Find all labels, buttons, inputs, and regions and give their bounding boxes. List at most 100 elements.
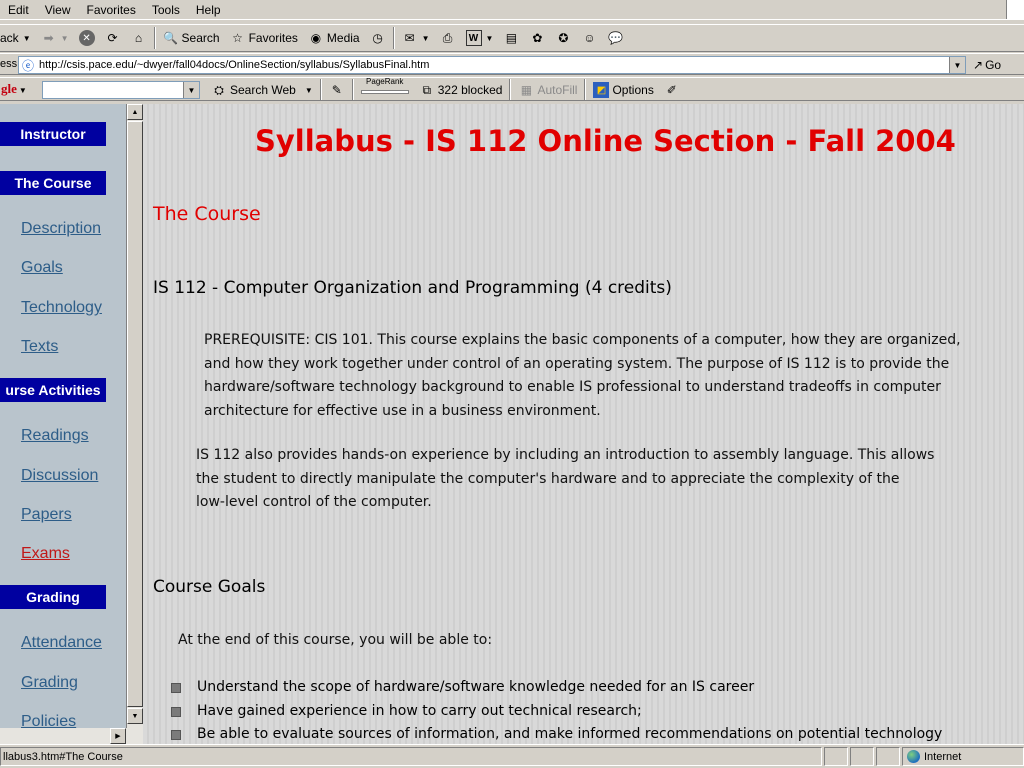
home-icon: ⌂ <box>134 31 143 45</box>
scroll-right-icon[interactable]: ▶ <box>110 728 126 744</box>
sidebar-section-grading[interactable]: Grading <box>0 585 106 609</box>
binoculars-icon: ⛭ <box>214 82 224 97</box>
security-zone[interactable]: Internet <box>902 747 1024 766</box>
sidebar-frame: Instructor The Course Description Goals … <box>0 104 126 744</box>
address-dropdown-icon[interactable]: ▼ <box>949 57 965 73</box>
messenger-button[interactable]: ✿ <box>524 26 550 50</box>
goal-text: Have gained experience in how to carry o… <box>197 702 642 719</box>
prereq-line: architecture for effective use in a busi… <box>204 402 601 419</box>
google-search-dropdown-icon[interactable]: ▼ <box>183 82 199 98</box>
status-text: llabus3.htm#The Course <box>0 747 822 766</box>
square-bullet-icon <box>171 730 181 740</box>
edit-button[interactable]: W ▼ <box>461 26 499 50</box>
search-button[interactable]: 🔍 Search <box>158 26 225 50</box>
list-item: Have gained experience in how to carry o… <box>171 700 942 724</box>
scroll-down-icon[interactable]: ▼ <box>127 708 143 724</box>
status-cell <box>824 747 848 766</box>
sidebar-link-texts[interactable]: Texts <box>21 338 58 356</box>
goal-text: Understand the scope of hardware/softwar… <box>197 679 755 695</box>
sidebar-link-exams[interactable]: Exams <box>21 545 70 563</box>
page-title: Syllabus - IS 112 Online Section - Fall … <box>255 124 956 158</box>
google-logo[interactable]: gle ▼ <box>0 81 27 97</box>
forward-dropdown-icon[interactable]: ▼ <box>61 34 69 43</box>
popup-blocker-button[interactable]: ⧉ 322 blocked <box>414 78 508 100</box>
stop-button[interactable]: ✕ <box>74 26 100 50</box>
news-button[interactable]: ✎ <box>324 78 350 100</box>
scroll-thumb[interactable] <box>127 121 143 707</box>
back-label: ack <box>0 31 19 45</box>
menu-bar: Edit View Favorites Tools Help <box>0 0 1024 20</box>
back-dropdown-icon[interactable]: ▼ <box>23 34 31 43</box>
sidebar-link-readings[interactable]: Readings <box>21 427 89 445</box>
sidebar-link-description[interactable]: Description <box>21 220 101 238</box>
media-button[interactable]: ◉ Media <box>303 26 365 50</box>
toolbar-separator <box>319 79 322 100</box>
sidebar-link-goals[interactable]: Goals <box>21 259 63 277</box>
sidebar-section-the-course[interactable]: The Course <box>0 171 106 195</box>
highlight-button[interactable]: ✐ <box>659 78 685 100</box>
sidebar-link-discussion[interactable]: Discussion <box>21 467 98 485</box>
go-label: Go <box>985 58 1002 72</box>
print-button[interactable]: ⎙ <box>435 26 461 50</box>
zone-label: Internet <box>924 750 962 763</box>
google-toolbar: gle ▼ ▼ ⛭ Search Web ▼ ✎ PageRank ⧉ 322 … <box>0 77 1024 101</box>
news-icon: ✎ <box>331 83 342 97</box>
options-button[interactable]: ◩ Options <box>588 78 658 100</box>
contacts-button[interactable]: ☺ <box>576 26 602 50</box>
chat-bubble-icon: 💬 <box>607 31 623 45</box>
pagerank-indicator[interactable]: PageRank <box>356 78 414 100</box>
chat-button[interactable]: 💬 <box>602 26 628 50</box>
media-label: Media <box>326 31 360 45</box>
menu-edit[interactable]: Edit <box>0 3 37 17</box>
research-button[interactable]: ✪ <box>550 26 576 50</box>
edit-dropdown-icon[interactable]: ▼ <box>486 34 494 43</box>
search-web-dropdown-icon[interactable]: ▼ <box>305 86 313 95</box>
prereq-line: hardware/software technology background … <box>204 379 941 395</box>
scroll-up-icon[interactable]: ▲ <box>127 104 143 120</box>
address-input[interactable]: ⓔ http://csis.pace.edu/~dwyer/fall04docs… <box>18 56 966 74</box>
mail-button[interactable]: ✉ ▼ <box>397 26 435 50</box>
search-web-button[interactable]: ⛭ Search Web ▼ <box>206 78 318 100</box>
discuss-button[interactable]: ▤ <box>498 26 524 50</box>
favorites-icon: ☆ <box>232 31 243 45</box>
home-button[interactable]: ⌂ <box>126 26 152 50</box>
sidebar-horizontal-scrollbar[interactable]: ▶ <box>0 728 143 744</box>
course-goals-heading: Course Goals <box>153 577 266 597</box>
sidebar-section-course-activities[interactable]: urse Activities <box>0 378 106 402</box>
sidebar-section-instructor[interactable]: Instructor <box>0 122 106 146</box>
history-button[interactable]: ◷ <box>365 26 391 50</box>
sidebar-link-technology[interactable]: Technology <box>21 299 102 317</box>
menu-favorites[interactable]: Favorites <box>78 3 143 17</box>
status-bar: llabus3.htm#The Course Internet <box>0 744 1024 768</box>
sidebar-link-grading[interactable]: Grading <box>21 674 78 692</box>
menu-view[interactable]: View <box>37 3 79 17</box>
google-search-input[interactable]: ▼ <box>42 81 200 99</box>
refresh-button[interactable]: ⟳ <box>100 26 126 50</box>
menu-tools[interactable]: Tools <box>144 3 188 17</box>
go-button[interactable]: ↗ Go <box>973 56 1001 74</box>
sidebar-vertical-scrollbar[interactable]: ▲ ▼ <box>126 104 143 728</box>
page-viewport: Instructor The Course Description Goals … <box>0 104 1024 744</box>
favorites-button[interactable]: ☆ Favorites <box>225 26 303 50</box>
sidebar-link-attendance[interactable]: Attendance <box>21 634 102 652</box>
standard-toolbar: ack ▼ ➡ ▼ ✕ ⟳ ⌂ 🔍 Search ☆ Favorites ◉ M… <box>0 24 1024 52</box>
refresh-icon: ⟳ <box>107 31 118 45</box>
highlighter-icon: ✐ <box>666 83 677 97</box>
toolbar-separator <box>392 27 395 49</box>
popup-blocked-label: 322 blocked <box>437 83 503 97</box>
sidebar-link-papers[interactable]: Papers <box>21 506 72 524</box>
toolbar-separator <box>351 79 354 100</box>
forward-arrow-icon: ➡ <box>43 31 54 45</box>
discuss-icon: ▤ <box>505 31 518 45</box>
address-label: ess <box>0 58 18 70</box>
messenger-icon: ✿ <box>532 31 543 45</box>
person-icon: ☺ <box>583 31 596 45</box>
status-cell <box>850 747 874 766</box>
prerequisite-paragraph: PREREQUISITE: CIS 101. This course expla… <box>204 329 1024 423</box>
menu-help[interactable]: Help <box>188 3 229 17</box>
autofill-button[interactable]: ▦ AutoFill <box>513 78 582 100</box>
stop-icon: ✕ <box>78 30 95 46</box>
forward-button[interactable]: ➡ ▼ <box>36 26 74 50</box>
back-button[interactable]: ack ▼ <box>0 26 36 50</box>
mail-dropdown-icon[interactable]: ▼ <box>422 34 430 43</box>
